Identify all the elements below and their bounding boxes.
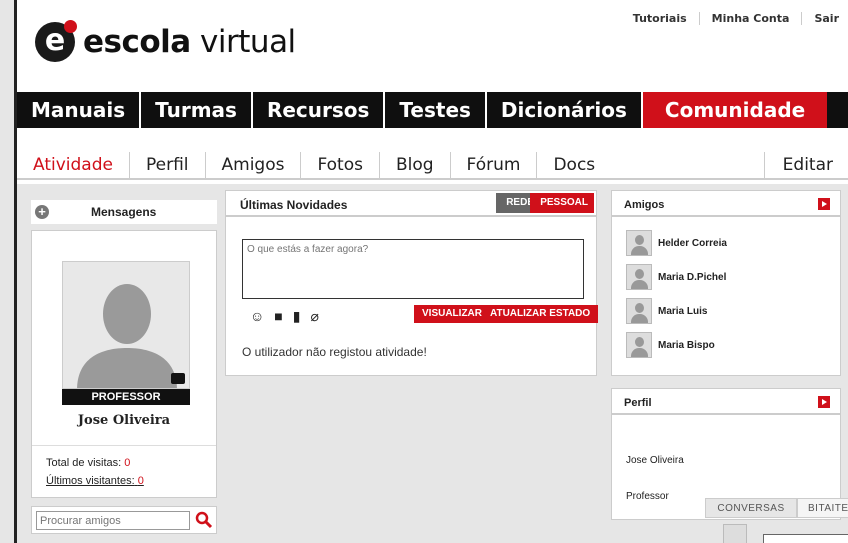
tab-perfil[interactable]: Perfil <box>129 152 206 180</box>
news-panel: Últimas Novidades REDE PESSOAL ☺ ■ ▮ ⌀ V… <box>225 190 599 376</box>
link-minha-conta[interactable]: Minha Conta <box>698 12 802 25</box>
plus-icon[interactable]: + <box>35 205 49 219</box>
tab-fotos[interactable]: Fotos <box>301 152 380 180</box>
messages-label: Mensagens <box>91 205 157 219</box>
chat-tabs: CONVERSAS BITAITES <box>705 498 848 518</box>
role-badge: PROFESSOR <box>62 389 190 405</box>
visitors-value: 0 <box>137 475 144 487</box>
perfil-header: Perfil <box>612 389 840 415</box>
nav-testes[interactable]: Testes <box>385 92 487 128</box>
friend-item[interactable]: Maria Bispo <box>626 331 715 359</box>
nav-comunidade[interactable]: Comunidade <box>642 92 828 128</box>
perfil-name: Jose Oliveira <box>626 455 684 466</box>
tab-blog[interactable]: Blog <box>379 152 451 180</box>
nav-manuais[interactable]: Manuais <box>17 92 142 128</box>
logo-mark: e <box>35 20 77 62</box>
tab-docs[interactable]: Docs <box>537 152 612 180</box>
logo-dot <box>64 20 77 33</box>
camera-icon[interactable] <box>171 373 185 384</box>
friend-name: Helder Correia <box>658 237 727 249</box>
logo-bold: escola <box>83 24 191 60</box>
divider <box>32 445 216 446</box>
last-visitors-link[interactable]: Últimos visitantes: 0 <box>46 475 144 487</box>
sub-nav-spacer <box>611 152 764 180</box>
header: e escola virtual Tutoriais Minha Conta S… <box>17 0 848 92</box>
search-friends-input[interactable] <box>36 511 190 530</box>
news-header: Últimas Novidades REDE PESSOAL <box>226 191 596 217</box>
visitors-label: Últimos visitantes: <box>46 475 135 487</box>
perfil-title: Perfil <box>624 397 652 409</box>
visits-value: 0 <box>124 457 131 469</box>
perfil-role: Professor <box>626 491 669 502</box>
friend-avatar <box>626 332 652 358</box>
nav-dicionarios[interactable]: Dicionários <box>487 92 643 128</box>
nav-turmas[interactable]: Turmas <box>141 92 253 128</box>
friend-avatar <box>626 298 652 324</box>
tab-bitaites[interactable]: BITAITES <box>797 498 848 518</box>
profile-card: PROFESSOR Jose Oliveira Total de visitas… <box>31 230 217 498</box>
film-icon[interactable]: ▮ <box>293 309 301 323</box>
chat-avatar <box>723 524 747 543</box>
visits-stat: Total de visitas: 0 <box>46 457 130 469</box>
friend-name: Maria Luis <box>658 305 708 317</box>
friend-item[interactable]: Helder Correia <box>626 229 727 257</box>
tab-amigos[interactable]: Amigos <box>205 152 302 180</box>
link-tutoriais[interactable]: Tutoriais <box>621 12 699 25</box>
perfil-arrow-icon[interactable] <box>818 396 830 408</box>
profile-name: Jose Oliveira <box>77 413 171 428</box>
messages-bar[interactable]: + Mensagens <box>31 200 217 224</box>
logo-text: escola virtual <box>83 24 296 60</box>
smiley-icon[interactable]: ☺ <box>250 309 264 323</box>
chat-input[interactable] <box>763 534 848 543</box>
empty-activity-text: O utilizador não registou atividade! <box>242 345 427 359</box>
avatar[interactable] <box>62 261 190 389</box>
tab-atividade[interactable]: Atividade <box>17 152 130 180</box>
search-icon[interactable] <box>195 511 213 529</box>
friend-name: Maria D.Pichel <box>658 271 727 283</box>
status-input[interactable] <box>242 239 584 299</box>
nav-recursos[interactable]: Recursos <box>253 92 386 128</box>
friend-avatar <box>626 230 652 256</box>
friend-item[interactable]: Maria D.Pichel <box>626 263 726 291</box>
logo-mark-letter: e <box>44 23 66 58</box>
top-links: Tutoriais Minha Conta Sair <box>621 12 848 25</box>
tab-conversas[interactable]: CONVERSAS <box>705 498 797 518</box>
tab-forum[interactable]: Fórum <box>450 152 538 180</box>
friends-arrow-icon[interactable] <box>818 198 830 210</box>
visualizar-button[interactable]: VISUALIZAR <box>414 305 490 323</box>
friends-panel: Amigos Helder Correia Maria D.Pichel Mar… <box>611 190 841 376</box>
sub-nav: Atividade Perfil Amigos Fotos Blog Fórum… <box>17 152 848 180</box>
logo-light: virtual <box>190 24 296 60</box>
atualizar-estado-button[interactable]: ATUALIZAR ESTADO <box>482 305 599 323</box>
visits-label: Total de visitas: <box>46 457 122 469</box>
friend-name: Maria Bispo <box>658 339 715 351</box>
friends-header: Amigos <box>612 191 840 217</box>
edit-button[interactable]: Editar <box>763 152 848 180</box>
content-area: + Mensagens PROFESSOR Jose Oliveira Tota… <box>17 184 848 543</box>
friends-title: Amigos <box>624 199 665 211</box>
attachment-icons: ☺ ■ ▮ ⌀ <box>250 309 319 323</box>
tab-pessoal[interactable]: PESSOAL <box>530 193 594 213</box>
link-sair[interactable]: Sair <box>801 12 848 25</box>
friend-item[interactable]: Maria Luis <box>626 297 707 325</box>
main-nav: Manuais Turmas Recursos Testes Dicionári… <box>17 92 848 128</box>
paperclip-icon[interactable]: ⌀ <box>310 309 318 323</box>
video-camera-icon[interactable]: ■ <box>274 309 282 323</box>
logo[interactable]: e escola virtual <box>35 20 296 62</box>
page: e escola virtual Tutoriais Minha Conta S… <box>14 0 848 543</box>
friend-search <box>31 506 217 534</box>
news-title: Últimas Novidades <box>240 198 348 212</box>
person-silhouette-icon <box>77 284 177 388</box>
friend-avatar <box>626 264 652 290</box>
